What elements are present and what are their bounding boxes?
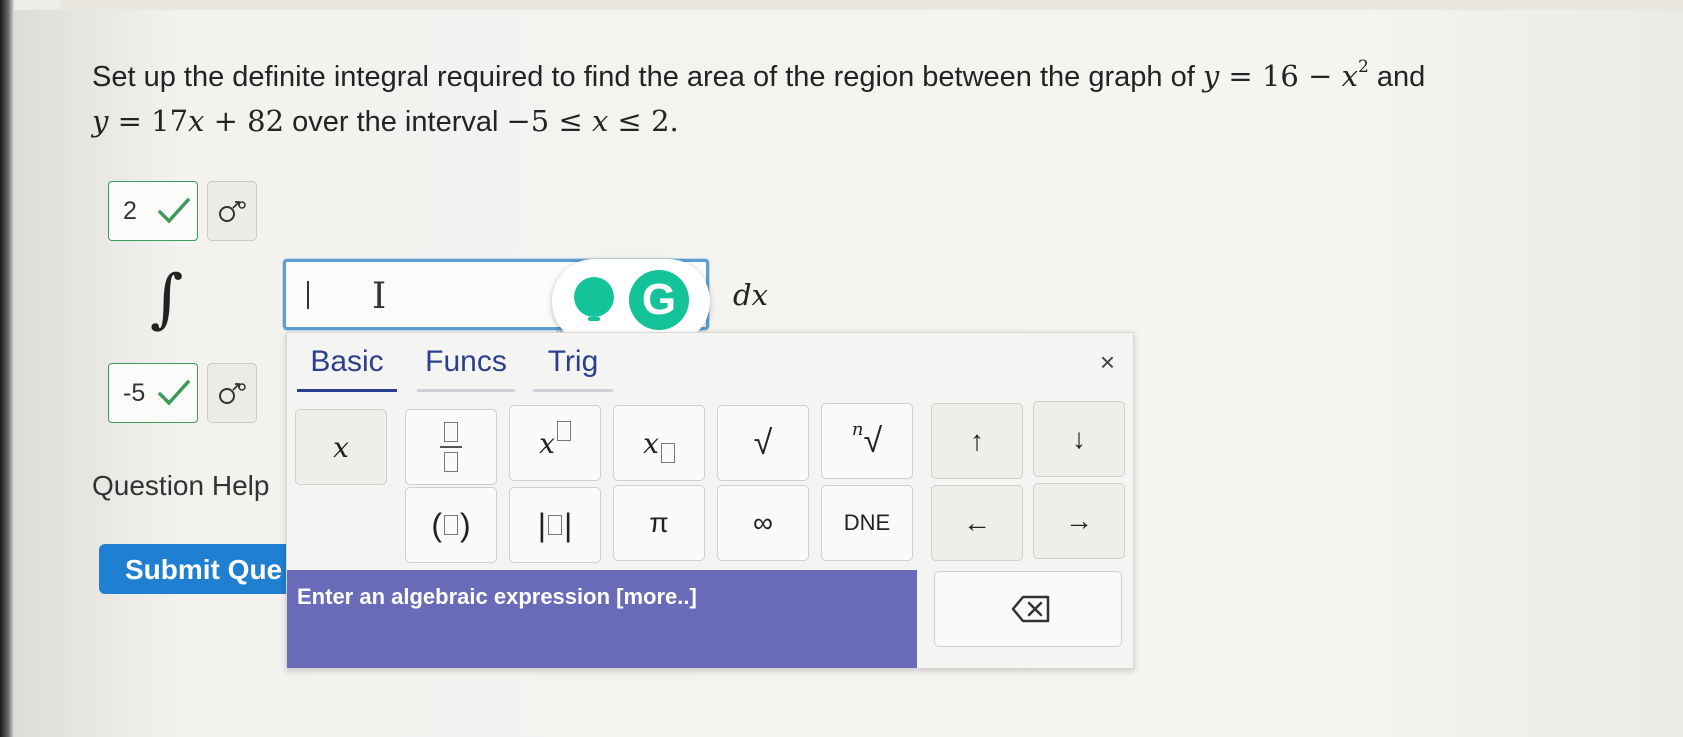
- key-parentheses[interactable]: (): [405, 487, 497, 563]
- upper-limit-keyboard-button[interactable]: [207, 181, 257, 241]
- submit-question-button[interactable]: Submit Que: [99, 544, 299, 594]
- fraction-icon: [440, 422, 462, 472]
- key-dne[interactable]: DNE: [821, 485, 913, 561]
- lower-limit-field[interactable]: -5: [108, 363, 198, 423]
- palette-keyboard-icon: [219, 383, 246, 404]
- key-absolute-value[interactable]: | |: [509, 487, 601, 563]
- palette-hint[interactable]: Enter an algebraic expression [more..]: [287, 570, 917, 668]
- upper-limit-value: 2: [123, 197, 137, 225]
- grammarly-logo-icon[interactable]: G: [629, 270, 689, 330]
- tab-funcs[interactable]: Funcs: [417, 345, 515, 392]
- screen-edge: [0, 0, 14, 737]
- key-fraction[interactable]: [405, 409, 497, 485]
- key-left-arrow[interactable]: ←: [931, 485, 1023, 561]
- key-pi[interactable]: π: [613, 485, 705, 561]
- tab-basic[interactable]: Basic: [297, 345, 397, 392]
- palette-close-button[interactable]: ×: [1100, 347, 1115, 378]
- lower-limit-value: -5: [123, 379, 146, 407]
- ibeam-cursor-icon: I: [372, 276, 387, 317]
- integral-sign: ∫: [150, 262, 184, 336]
- lower-limit-keyboard-button[interactable]: [207, 363, 257, 423]
- check-icon: [158, 198, 190, 224]
- over-text: over the interval: [292, 106, 499, 138]
- lightbulb-icon[interactable]: [574, 277, 614, 321]
- tab-trig[interactable]: Trig: [533, 345, 613, 392]
- math-palette: Basic Funcs Trig × x x x √ n √ ↑ ↓ () | | …: [286, 332, 1134, 669]
- subscript-placeholder-icon: [660, 443, 675, 463]
- differential: dx: [733, 278, 768, 312]
- abs-placeholder-icon: [548, 515, 562, 535]
- interval: −5 ≤ x ≤ 2.: [506, 104, 679, 138]
- function-1: y = 16 − x2: [1202, 57, 1369, 94]
- text-caret: [307, 281, 309, 309]
- key-sqrt[interactable]: √: [717, 405, 809, 481]
- paren-placeholder-icon: [444, 515, 458, 535]
- question-line1: Set up the definite integral required to…: [92, 61, 1195, 93]
- question-text: Set up the definite integral required to…: [92, 54, 1592, 144]
- key-subscript[interactable]: x: [613, 405, 705, 481]
- palette-keyboard-icon: [219, 201, 246, 222]
- superscript-placeholder-icon: [556, 421, 571, 441]
- top-band: [60, 0, 1683, 10]
- question-help-link[interactable]: Question Help: [92, 470, 269, 502]
- function-2: y = 17x + 82: [92, 104, 285, 138]
- key-x[interactable]: x: [295, 409, 387, 485]
- key-infinity[interactable]: ∞: [717, 485, 809, 561]
- key-right-arrow[interactable]: →: [1033, 483, 1125, 559]
- key-up-arrow[interactable]: ↑: [931, 403, 1023, 479]
- key-superscript[interactable]: x: [509, 405, 601, 481]
- key-nth-root[interactable]: n √: [821, 403, 913, 479]
- and-word: and: [1376, 61, 1426, 93]
- key-backspace[interactable]: [934, 571, 1122, 647]
- upper-limit-field[interactable]: 2: [108, 181, 198, 241]
- key-down-arrow[interactable]: ↓: [1033, 401, 1125, 477]
- backspace-icon: [1011, 595, 1050, 623]
- check-icon: [158, 380, 190, 406]
